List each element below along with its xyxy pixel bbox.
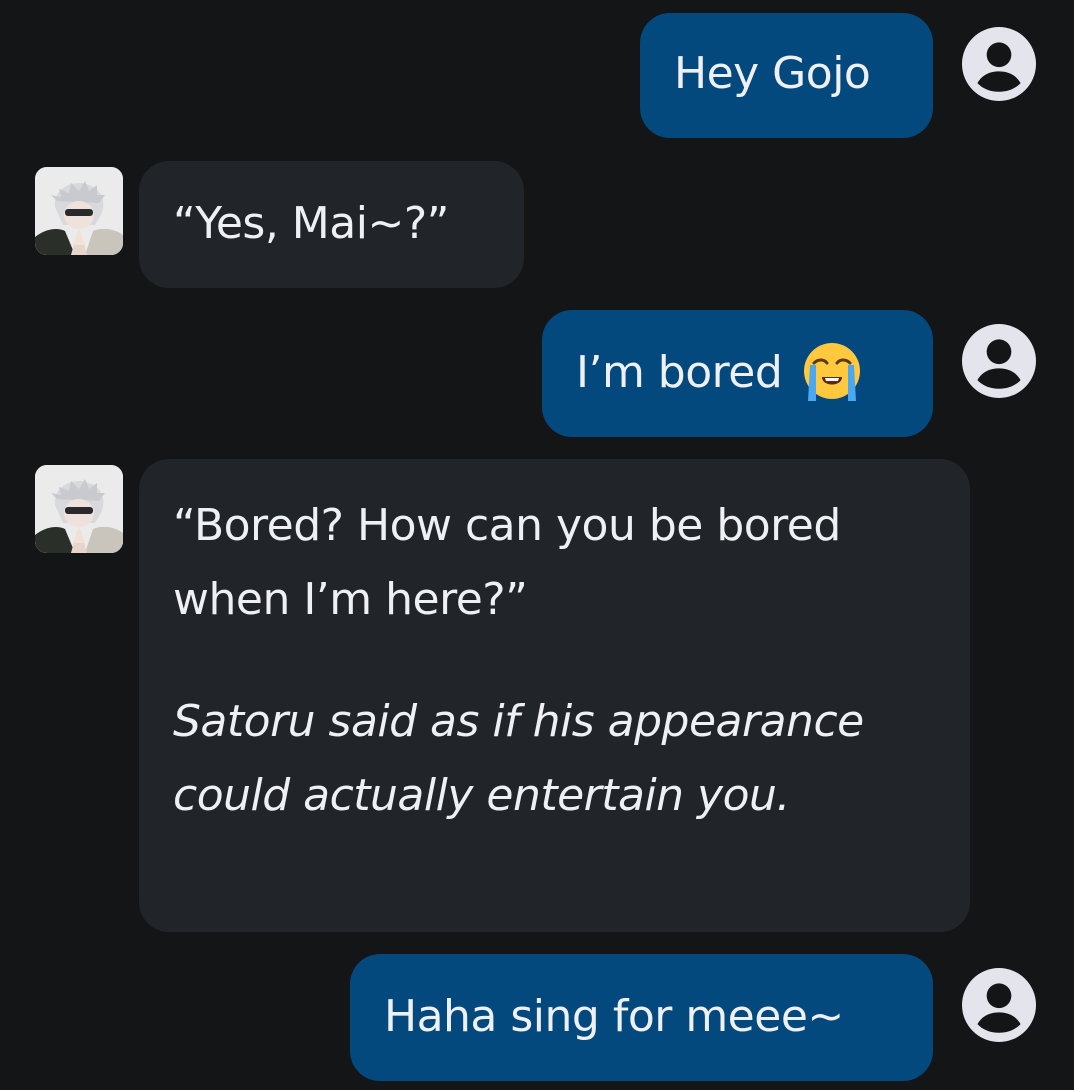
user-avatar-icon[interactable] xyxy=(962,968,1036,1042)
character-portrait-icon xyxy=(35,465,123,553)
message-text: Haha sing for meee~ xyxy=(384,991,844,1042)
message-bubble-user: Haha sing for meee~ xyxy=(350,954,933,1081)
character-portrait-icon xyxy=(35,167,123,255)
message-text: Hey Gojo xyxy=(674,48,871,99)
user-avatar-icon[interactable] xyxy=(962,324,1036,398)
user-avatar-icon[interactable] xyxy=(962,27,1036,101)
loudly-crying-face-icon xyxy=(804,343,861,401)
dialogue-text: “Bored? How can you be bored when I’m he… xyxy=(173,500,841,625)
message-text: “Yes, Mai~?” xyxy=(173,198,449,249)
narration-text: Satoru said as if his appearance could a… xyxy=(173,696,864,821)
message-bubble-character: “Bored? How can you be bored when I’m he… xyxy=(139,459,970,932)
message-bubble-user: Hey Gojo xyxy=(640,13,933,138)
message-text: I’m bored xyxy=(576,347,783,398)
message-bubble-user: I’m bored xyxy=(542,310,933,437)
character-avatar[interactable] xyxy=(35,167,123,255)
character-avatar[interactable] xyxy=(35,465,123,553)
message-bubble-character: “Yes, Mai~?” xyxy=(139,161,524,288)
